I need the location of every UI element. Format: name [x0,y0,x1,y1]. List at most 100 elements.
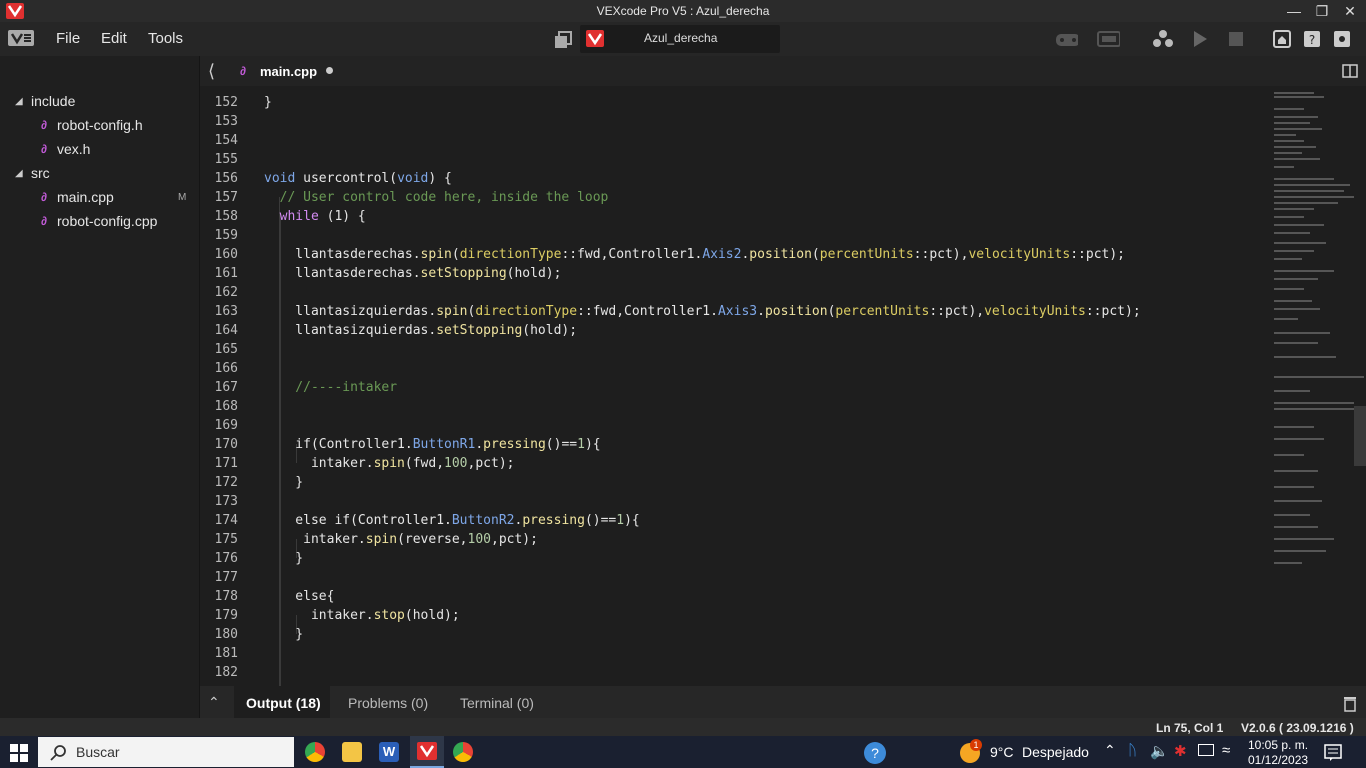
line-number: 173 [214,494,238,509]
window-title: VEXcode Pro V5 : Azul_derecha [596,4,770,18]
cursor-position: Ln 75, Col 1 [1156,721,1224,735]
line-number: 165 [214,342,238,357]
tab-problems[interactable]: Problems (0) [348,695,428,711]
close-button[interactable]: ✕ [1336,0,1364,22]
line-number: 182 [214,665,238,680]
menu-file[interactable]: File [56,30,80,47]
line-number: 177 [214,570,238,585]
vex-project-icon [586,30,604,47]
code-line: } [264,475,304,490]
stop-icon[interactable] [1226,28,1250,50]
devices-icon[interactable] [1152,28,1176,50]
clock-date[interactable]: 01/12/2023 [1248,753,1308,767]
tab-terminal[interactable]: Terminal (0) [460,695,534,711]
minimap[interactable] [1270,86,1366,686]
menu-tools[interactable]: Tools [148,30,183,47]
brain-icon[interactable] [1096,28,1120,50]
line-number: 181 [214,646,238,661]
maximize-button[interactable]: ❐ [1308,0,1336,22]
tab-bar: ⟨ ∂ main.cpp [200,56,1366,86]
help-assistant-icon[interactable]: ? [864,742,886,764]
split-editor-icon[interactable] [1342,64,1358,78]
bluetooth-icon[interactable]: ᚢ [1128,742,1137,759]
code-line: intaker.stop(hold); [264,608,460,623]
line-number: 168 [214,399,238,414]
code-line: while (1) { [264,209,366,224]
expand-include-icon[interactable]: ◢ [15,96,23,107]
line-number: 162 [214,285,238,300]
expand-panel-icon[interactable]: ⌃ [208,694,220,711]
tab-output-label: Output (18) [246,695,321,711]
cpp-file-icon: ∂ [41,190,47,204]
line-number: 164 [214,323,238,338]
code-line: } [264,551,304,566]
folder-include[interactable]: include [31,93,75,109]
line-number: 152 [214,95,238,110]
wifi-icon[interactable]: ≈ [1222,742,1230,759]
line-number: 176 [214,551,238,566]
weather-temperature[interactable]: 9°C [990,744,1014,760]
code-line: else{ [264,589,335,604]
vex-tray-icon[interactable]: ✱ [1174,742,1187,760]
vexcode-taskbar-button[interactable] [410,736,444,768]
title-bar: VEXcode Pro V5 : Azul_derecha — ❐ ✕ [0,0,1366,22]
collapse-sidebar-icon[interactable]: ⟨ [208,61,215,82]
code-line: llantasderechas.setStopping(hold); [264,266,562,281]
help-icon[interactable]: ? [1302,28,1326,50]
version-label: V2.0.6 ( 23.09.1216 ) [1241,721,1354,735]
cpp-file-icon: ∂ [41,214,47,228]
expand-src-icon[interactable]: ◢ [15,168,23,179]
vex-menu-logo-icon[interactable] [8,30,34,46]
show-hidden-icons-icon[interactable]: ⌃ [1104,742,1116,759]
file-vex-h[interactable]: vex.h [57,141,90,157]
code-editor[interactable]: 152 } 153 154 155 156 void usercontrol(v… [200,86,1352,686]
line-number: 159 [214,228,238,243]
chrome-icon[interactable] [305,742,325,762]
folder-src[interactable]: src [31,165,50,181]
home-icon[interactable] [1272,28,1296,50]
battery-icon[interactable] [1198,744,1214,756]
project-selector[interactable]: Azul_derecha [580,25,780,53]
unsaved-dot-icon[interactable] [326,67,333,74]
clock-time[interactable]: 10:05 p. m. [1248,738,1308,752]
search-icon [50,745,66,761]
code-line: if(Controller1.ButtonR1.pressing()==1){ [264,437,601,452]
file-main-cpp[interactable]: main.cpp [57,189,114,205]
line-number: 154 [214,133,238,148]
line-number: 172 [214,475,238,490]
windows-taskbar: Buscar W ? 1 9°C Despejado ⌃ ᚢ 🔈 ✱ ≈ 10:… [0,736,1366,768]
play-icon[interactable] [1190,28,1214,50]
tab-output[interactable]: Output (18) [234,686,330,718]
tab-main-cpp[interactable]: ∂ main.cpp [240,56,348,86]
trash-icon[interactable] [1342,694,1358,712]
cpp-file-icon: ∂ [240,64,246,78]
cpp-file-icon: ∂ [41,142,47,156]
notifications-icon[interactable] [1324,744,1342,762]
volume-icon[interactable]: 🔈 [1150,742,1169,760]
code-line: } [264,627,304,642]
file-robot-config-cpp[interactable]: robot-config.cpp [57,213,157,229]
line-number: 169 [214,418,238,433]
code-line: llantasizquierdas.spin(directionType::fw… [264,304,1141,319]
copy-icon[interactable] [553,30,573,50]
chrome-profile-icon[interactable] [453,742,473,762]
weather-description[interactable]: Despejado [1022,744,1089,760]
cpp-file-icon: ∂ [41,118,47,132]
windows-start-icon[interactable] [10,744,28,762]
line-number: 163 [214,304,238,319]
file-explorer-icon[interactable] [342,742,362,762]
minimap-lines [1274,92,1366,564]
menu-edit[interactable]: Edit [101,30,127,47]
vexcode-icon [417,742,437,760]
settings-icon[interactable] [1332,28,1356,50]
svg-text:?: ? [1309,33,1315,47]
file-robot-config-h[interactable]: robot-config.h [57,117,143,133]
line-number: 166 [214,361,238,376]
line-number: 161 [214,266,238,281]
controller-icon[interactable] [1054,28,1078,50]
line-number: 171 [214,456,238,471]
taskbar-search-box[interactable]: Buscar [38,737,294,767]
minimize-button[interactable]: — [1280,0,1308,22]
word-icon[interactable]: W [379,742,399,762]
line-number: 160 [214,247,238,262]
